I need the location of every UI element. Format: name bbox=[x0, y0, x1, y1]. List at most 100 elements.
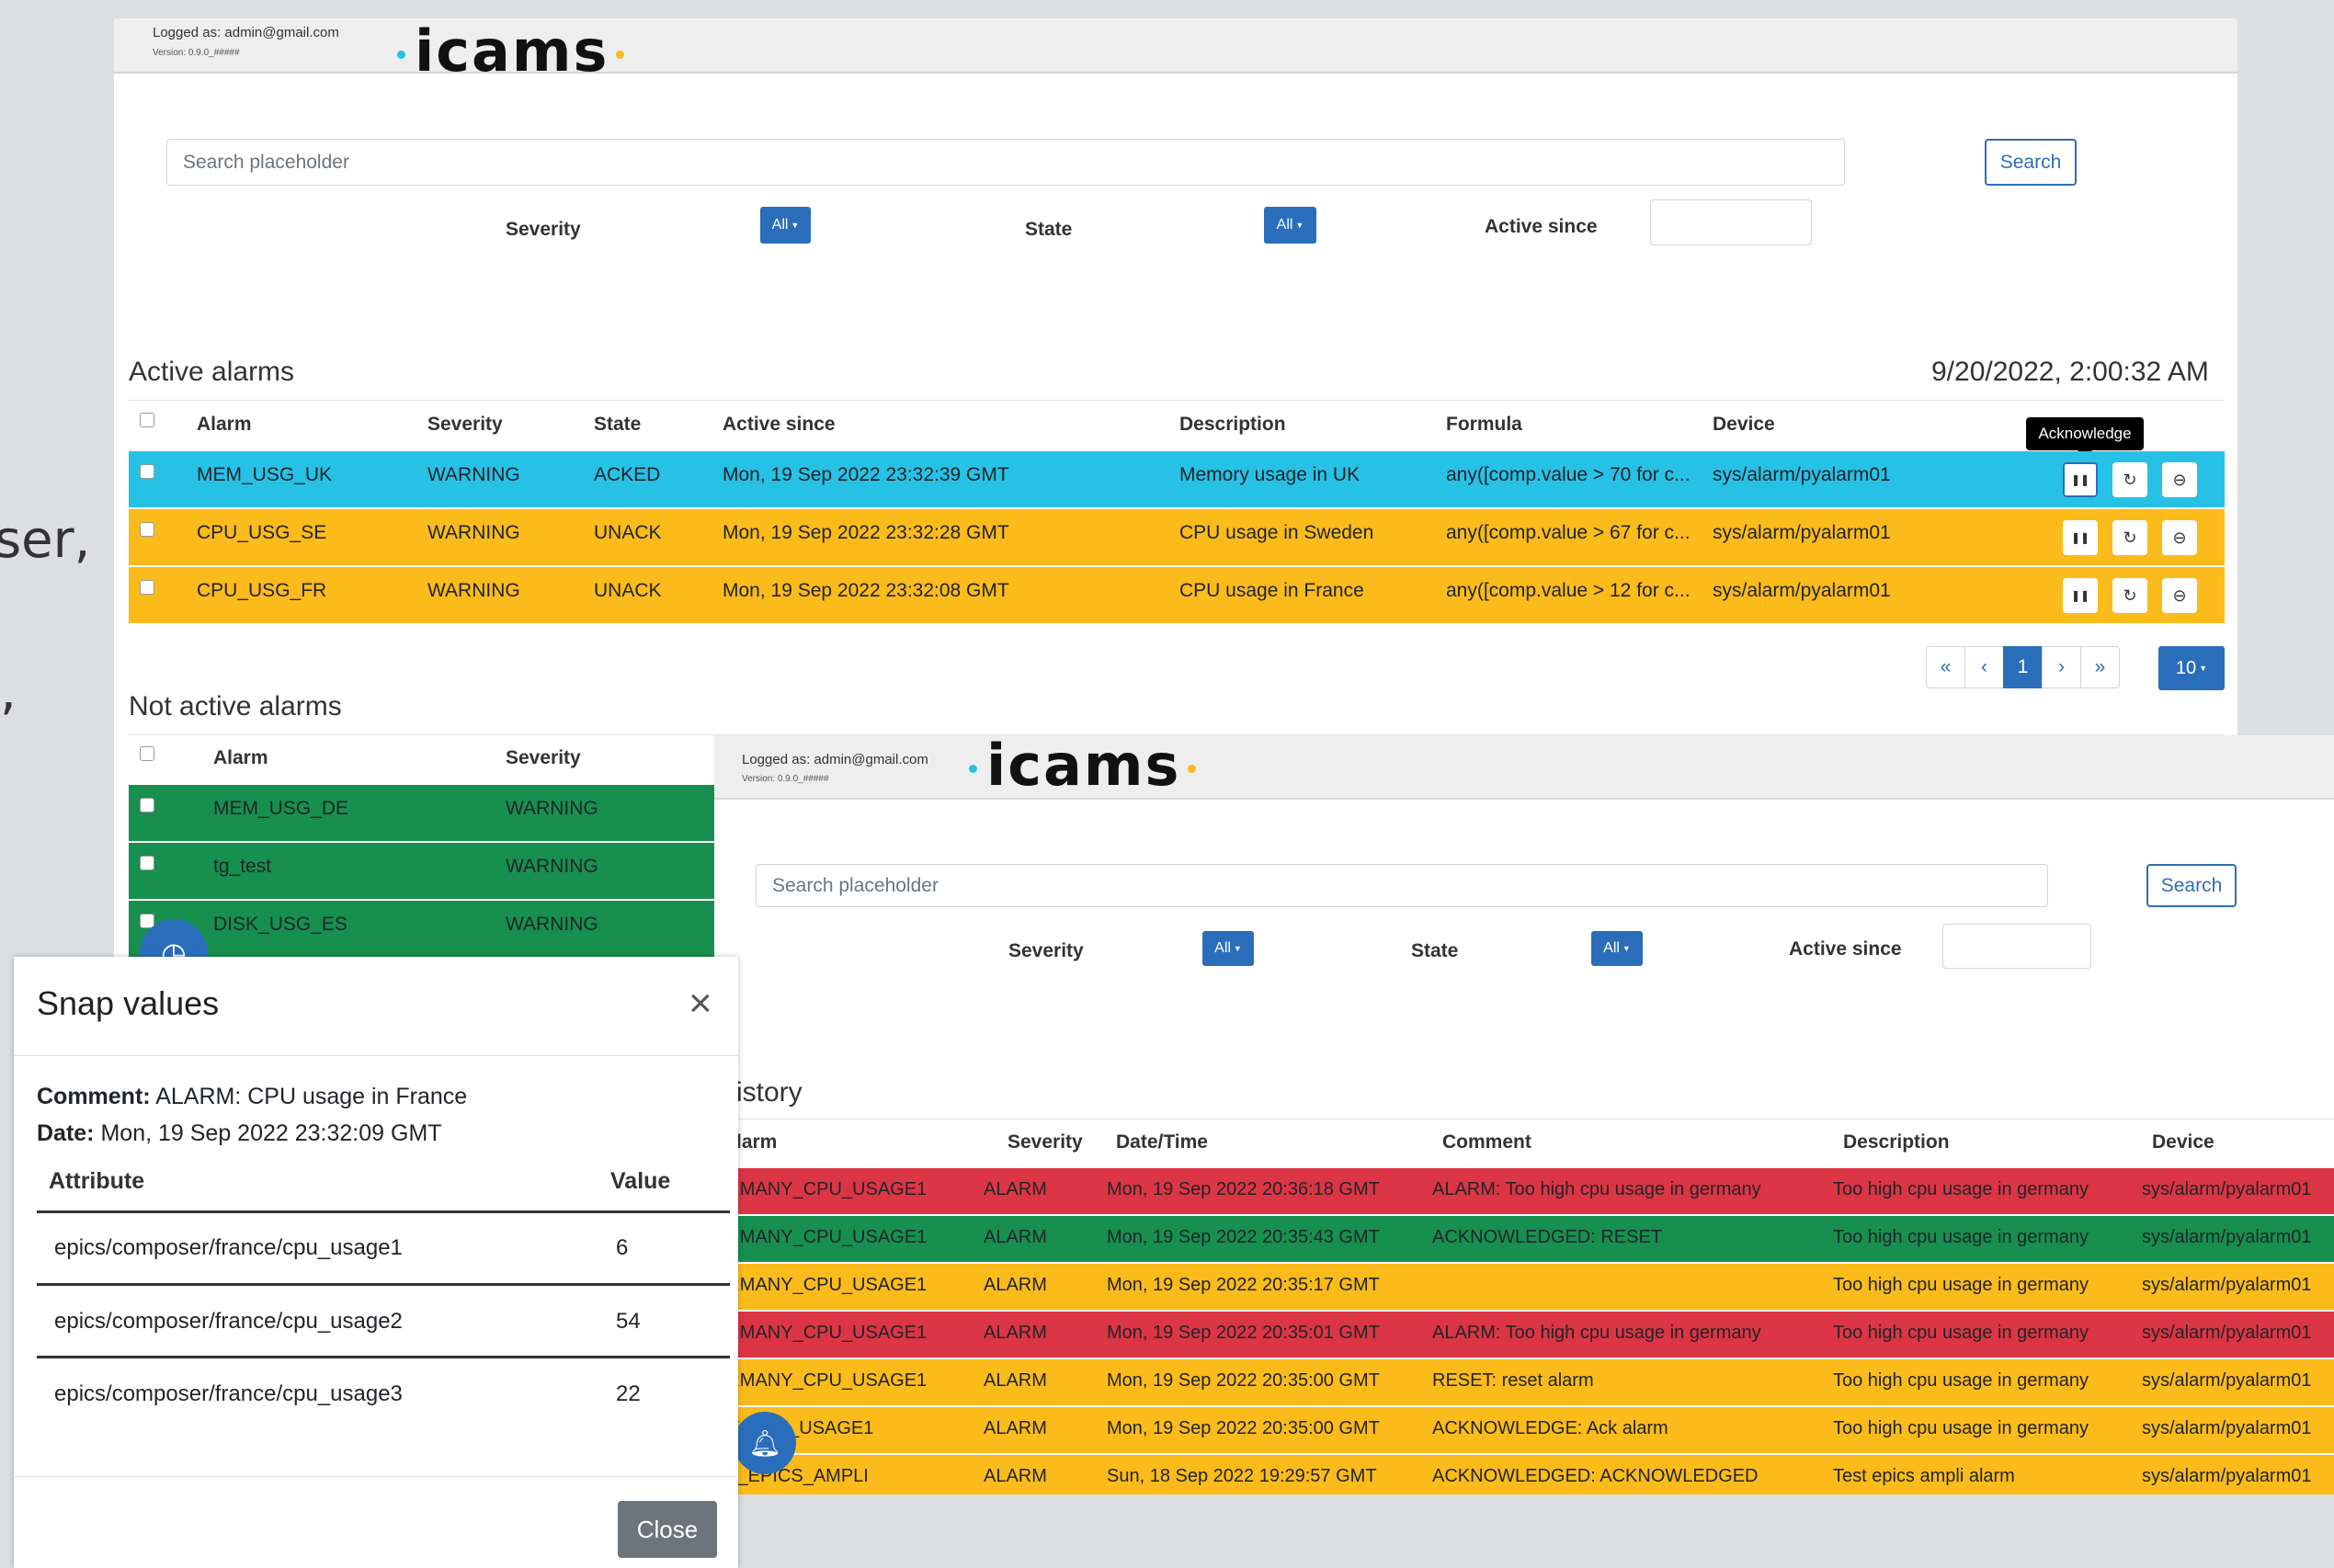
pagination-page-1[interactable]: 1 bbox=[2003, 646, 2043, 688]
logged-as-text: Logged as: admin@gmail.com bbox=[742, 752, 928, 767]
severity-cell: ALARM bbox=[984, 1323, 1047, 1343]
alarm-name: ERMANY_CPU_USAGE1 bbox=[714, 1323, 928, 1343]
divider bbox=[37, 1210, 730, 1213]
table-row[interactable]: MEM_USG_UK WARNING ACKED Mon, 19 Sep 202… bbox=[129, 451, 2225, 509]
table-row[interactable]: ERMANY_CPU_USAGE1 ALARM Mon, 19 Sep 2022 2… bbox=[714, 1264, 2334, 1312]
disable-button[interactable]: ⊖ bbox=[2162, 520, 2197, 555]
close-icon[interactable]: × bbox=[689, 983, 712, 1024]
description-cell: Too high cpu usage in germany bbox=[1833, 1323, 2089, 1343]
divider bbox=[37, 1356, 730, 1358]
row-checkbox[interactable] bbox=[140, 580, 154, 595]
reset-button[interactable]: ↻ bbox=[2112, 578, 2147, 613]
severity-cell: ALARM bbox=[984, 1179, 1047, 1199]
caret-down-icon: ▼ bbox=[1295, 221, 1304, 230]
refresh-icon: ↻ bbox=[2123, 470, 2137, 489]
description-cell: Too high cpu usage in germany bbox=[1833, 1370, 2089, 1391]
severity-dropdown[interactable]: All ▼ bbox=[760, 207, 811, 244]
column-header: Comment bbox=[1442, 1131, 1531, 1153]
severity-dropdown[interactable]: All ▼ bbox=[1202, 931, 1254, 966]
column-header: Attribute bbox=[49, 1168, 145, 1194]
logo-dot-icon bbox=[397, 51, 405, 60]
attribute-cell: epics/composer/france/cpu_usage1 bbox=[54, 1235, 403, 1260]
severity-cell: WARNING bbox=[506, 798, 598, 819]
state-dropdown[interactable]: All ▼ bbox=[1264, 207, 1316, 244]
acknowledge-button[interactable]: ❚❚ bbox=[2063, 578, 2098, 613]
table-row[interactable]: CPU_USG_SE WARNING UNACK Mon, 19 Sep 202… bbox=[129, 509, 2225, 567]
value-cell: 6 bbox=[616, 1235, 629, 1260]
table-row[interactable]: ERMANY_CPU_USAGE1 ALARM Mon, 19 Sep 2022 2… bbox=[714, 1359, 2334, 1407]
logo-dot-icon bbox=[1188, 765, 1197, 774]
disable-button[interactable]: ⊖ bbox=[2162, 578, 2197, 613]
search-input[interactable]: Search placeholder bbox=[756, 864, 2048, 907]
reset-button[interactable]: ↻ bbox=[2112, 520, 2147, 555]
logo-dot-icon bbox=[616, 51, 625, 60]
table-row[interactable]: ERMANY_CPU_USAGE1 ALARM Mon, 19 Sep 2022 2… bbox=[714, 1168, 2334, 1216]
search-button[interactable]: Search bbox=[2146, 864, 2237, 907]
active-since-input[interactable] bbox=[1650, 199, 1812, 245]
row-checkbox[interactable] bbox=[140, 798, 154, 812]
datetime-cell: Mon, 19 Sep 2022 20:35:43 GMT bbox=[1107, 1227, 1380, 1247]
formula-cell: any([comp.value > 70 for c... bbox=[1446, 464, 1691, 485]
modal-title: Snap values bbox=[37, 984, 220, 1022]
active-since-cell: Mon, 19 Sep 2022 23:32:28 GMT bbox=[723, 522, 1009, 543]
acknowledge-button[interactable]: ❚❚ bbox=[2063, 520, 2098, 555]
state-dropdown[interactable]: All ▼ bbox=[1591, 931, 1643, 966]
row-checkbox[interactable] bbox=[140, 464, 154, 479]
severity-cell: WARNING bbox=[427, 522, 520, 543]
caret-down-icon: ▼ bbox=[1233, 944, 1242, 953]
table-row[interactable]: ST_EPICS_AMPLI ALARM Sun, 18 Sep 2022 19:2… bbox=[714, 1455, 2334, 1494]
alarm-name: MEM_USG_UK bbox=[197, 464, 333, 485]
page-size-dropdown[interactable]: 10 ▼ bbox=[2158, 646, 2225, 690]
notifications-fab[interactable]: 🔔︎ bbox=[734, 1412, 796, 1474]
caret-down-icon: ▼ bbox=[2199, 664, 2208, 673]
close-button[interactable]: Close bbox=[618, 1501, 717, 1558]
background-text-fragment: , bbox=[0, 662, 17, 722]
device-cell: sys/alarm/pyalarm01 bbox=[2142, 1179, 2312, 1199]
acknowledge-button[interactable]: ❚❚ bbox=[2063, 462, 2098, 497]
pagination-first[interactable]: « bbox=[1926, 646, 1965, 688]
device-cell: sys/alarm/pyalarm01 bbox=[1713, 464, 1891, 485]
disable-button[interactable]: ⊖ bbox=[2162, 462, 2197, 497]
select-all-checkbox[interactable] bbox=[140, 413, 154, 427]
table-row[interactable]: CPU_USG_FR WARNING UNACK Mon, 19 Sep 202… bbox=[129, 567, 2225, 625]
acknowledge-tooltip: Acknowledge bbox=[2026, 417, 2144, 458]
column-header: Description bbox=[1843, 1131, 1950, 1153]
table-row[interactable]: NY_CPU_USAGE1 ALARM Mon, 19 Sep 2022 20:35… bbox=[714, 1407, 2334, 1455]
pagination-prev[interactable]: ‹ bbox=[1964, 646, 2004, 688]
bell-icon: 🔔︎ bbox=[748, 1428, 781, 1458]
column-header: Value bbox=[610, 1168, 671, 1194]
date-label: Date: bbox=[37, 1120, 95, 1146]
active-since-input[interactable] bbox=[1942, 924, 2091, 969]
search-button[interactable]: Search bbox=[1985, 139, 2077, 186]
comment-cell: RESET: reset alarm bbox=[1432, 1370, 1594, 1391]
comment-cell: ALARM: Too high cpu usage in germany bbox=[1432, 1179, 1761, 1199]
search-input[interactable]: Search placeholder bbox=[166, 139, 1845, 186]
top-bar: Logged as: admin@gmail.com Version: 0.9.… bbox=[114, 18, 2237, 80]
column-header: Alarm bbox=[197, 414, 252, 435]
formula-cell: any([comp.value > 12 for c... bbox=[1446, 580, 1691, 601]
column-header: State bbox=[594, 414, 642, 435]
datetime-cell: Mon, 19 Sep 2022 20:35:00 GMT bbox=[1107, 1418, 1380, 1438]
row-checkbox[interactable] bbox=[140, 856, 154, 870]
minus-circle-icon: ⊖ bbox=[2172, 585, 2187, 605]
refresh-icon: ↻ bbox=[2123, 528, 2137, 547]
comment-cell: ACKNOWLEDGED: RESET bbox=[1432, 1227, 1663, 1247]
device-cell: sys/alarm/pyalarm01 bbox=[2142, 1323, 2312, 1343]
row-checkbox[interactable] bbox=[140, 522, 154, 537]
description-cell: Too high cpu usage in germany bbox=[1833, 1418, 2089, 1438]
select-all-checkbox[interactable] bbox=[140, 746, 154, 761]
version-text: Version: 0.9.0_##### bbox=[742, 774, 829, 784]
datetime-cell: Mon, 19 Sep 2022 20:35:17 GMT bbox=[1107, 1275, 1380, 1295]
logged-as-text: Logged as: admin@gmail.com bbox=[153, 25, 339, 40]
pagination-last[interactable]: » bbox=[2080, 646, 2120, 688]
table-row[interactable]: ERMANY_CPU_USAGE1 ALARM Mon, 19 Sep 2022 2… bbox=[714, 1216, 2334, 1264]
attribute-cell: epics/composer/france/cpu_usage2 bbox=[54, 1309, 403, 1334]
table-row[interactable]: ERMANY_CPU_USAGE1 ALARM Mon, 19 Sep 2022 2… bbox=[714, 1312, 2334, 1359]
datetime-cell: Mon, 19 Sep 2022 20:35:00 GMT bbox=[1107, 1370, 1380, 1391]
severity-filter-label: Severity bbox=[506, 219, 581, 240]
reset-button[interactable]: ↻ bbox=[2112, 462, 2147, 497]
severity-filter-label: Severity bbox=[1008, 940, 1084, 961]
pagination-next[interactable]: › bbox=[2042, 646, 2081, 688]
alarm-name: CPU_USG_FR bbox=[197, 580, 327, 601]
description-cell: CPU usage in Sweden bbox=[1179, 522, 1374, 543]
